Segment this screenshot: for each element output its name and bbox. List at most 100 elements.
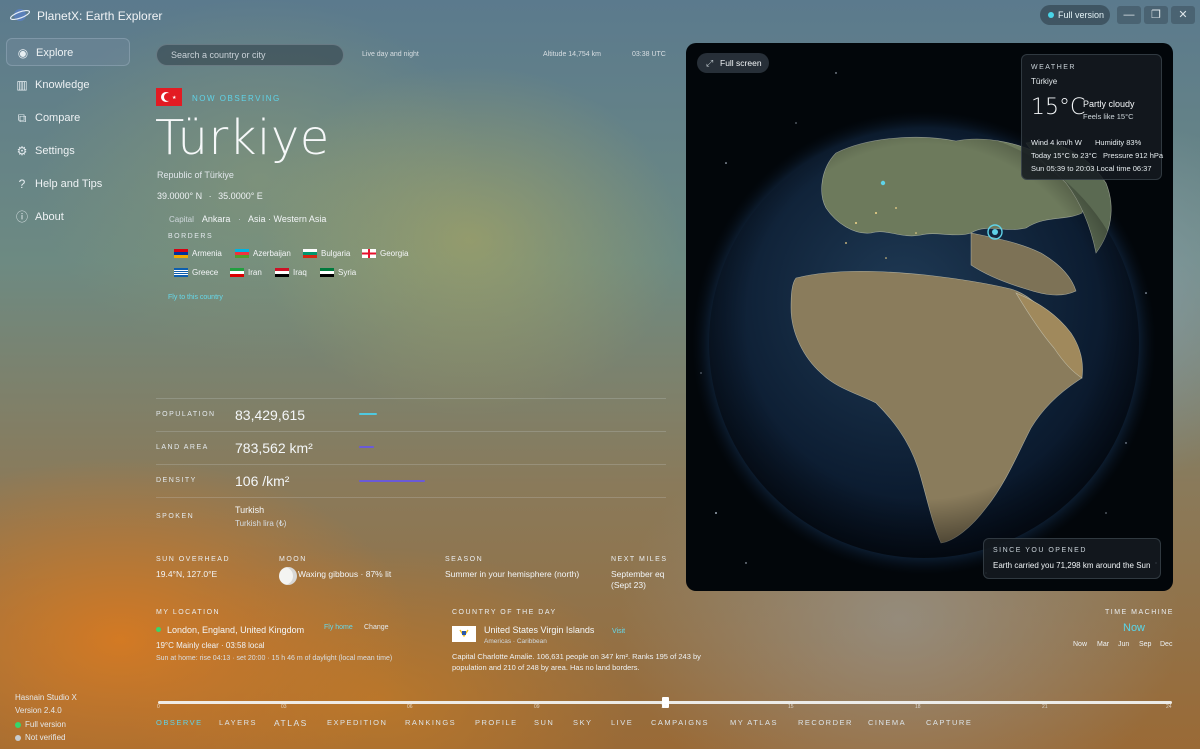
timeline-tick: 03 [281, 704, 287, 710]
tab-live[interactable]: LIVE [611, 718, 633, 727]
country-info-card: Capital Ankara · Asia · Western Asia BOR… [157, 205, 408, 305]
since-opened-text: Earth carried you 71,298 km around the S… [993, 561, 1151, 570]
season-label: SEASON [445, 556, 484, 563]
close-button[interactable]: ✕ [1171, 6, 1195, 24]
tab-sun[interactable]: SUN [534, 718, 554, 727]
capital-name: Ankara [201, 214, 231, 224]
home-marker [880, 180, 886, 186]
search-input[interactable] [171, 50, 331, 60]
tab-atlas[interactable]: ATLAS [274, 718, 308, 728]
fullscreen-button[interactable]: ⤢ Full screen [697, 53, 769, 73]
border-country-name: Syria [338, 268, 357, 277]
tab-cinema[interactable]: CINEMA [868, 718, 906, 727]
borders-heading: BORDERS [168, 233, 214, 240]
tm-month-mar[interactable]: Mar [1097, 641, 1109, 648]
moon-icon [279, 567, 297, 585]
next-date: (Sept 23) [611, 580, 646, 590]
tab-layers[interactable]: LAYERS [219, 718, 257, 727]
gear-icon: ⚙ [16, 144, 28, 158]
fly-home-link[interactable]: Fly home [324, 624, 353, 631]
sidebar-item-compare[interactable]: ⧉ Compare [6, 104, 130, 132]
longitude: 35.0000° E [218, 191, 263, 201]
app-title: PlanetX: Earth Explorer [37, 9, 163, 23]
tab-sky[interactable]: SKY [573, 718, 593, 727]
change-location-button[interactable]: Change [364, 624, 389, 631]
minimize-button[interactable]: — [1117, 6, 1141, 24]
time-machine-now[interactable]: Now [1123, 622, 1145, 634]
stat-spoken: SPOKEN Turkish Turkish lira (₺) [156, 497, 666, 537]
border-country-name: Azerbaijan [253, 249, 291, 258]
weather-label: WEATHER [1031, 64, 1076, 71]
weather-range: Today 15°C to 23°C [1031, 151, 1098, 160]
country-of-day-label: COUNTRY OF THE DAY [452, 609, 557, 616]
books-icon: ▥ [16, 78, 28, 92]
georgia-flag-icon [362, 249, 376, 258]
sidebar-item-explore[interactable]: ◉ Explore [6, 38, 130, 66]
timeline-tick: 09 [534, 704, 540, 710]
bulgaria-flag-icon [303, 249, 317, 258]
country-of-day-name: United States Virgin Islands [484, 625, 595, 635]
day-night-mode: Live day and night [362, 51, 419, 58]
border-country-name: Armenia [192, 249, 222, 258]
restore-button[interactable]: ❐ [1144, 6, 1168, 24]
tm-month-now[interactable]: Now [1073, 641, 1087, 648]
capital-label: Capital [169, 215, 194, 224]
moon-value: Waxing gibbous · 87% lit [298, 569, 392, 579]
sidebar-item-about[interactable]: ⓘ About [6, 203, 130, 231]
fullscreen-label: Full screen [720, 58, 762, 68]
moon-label: MOON [279, 556, 307, 563]
stat-label: DENSITY [156, 477, 197, 484]
density-bar [359, 480, 425, 482]
tab-expedition[interactable]: EXPEDITION [327, 718, 387, 727]
grey-dot-icon [15, 734, 21, 741]
fly-to-country-link[interactable]: Fly to this country [168, 294, 223, 301]
region: Asia · Western Asia [247, 214, 327, 224]
location-dot-icon [156, 627, 161, 632]
stat-value: 783,562 km² [235, 440, 313, 456]
tab-rankings[interactable]: RANKINGS [405, 718, 456, 727]
syria-flag-icon [320, 268, 334, 277]
weather-feels-like: Feels like 15°C [1083, 112, 1134, 121]
full-version-button[interactable]: Full version [1040, 5, 1110, 25]
sidebar-item-label: About [35, 211, 64, 223]
sidebar-item-knowledge[interactable]: ▥ Knowledge [6, 71, 130, 99]
verified-status: Not verified [15, 733, 65, 742]
since-opened-label: SINCE YOU OPENED [993, 547, 1087, 554]
stat-value: 106 /km² [235, 473, 290, 489]
time-machine-label: TIME MACHINE [1105, 609, 1174, 616]
tab-capture[interactable]: CAPTURE [926, 718, 972, 727]
tab-campaigns[interactable]: CAMPAIGNS [651, 718, 709, 727]
visit-link[interactable]: Visit [612, 628, 625, 635]
tab-my-atlas[interactable]: MY ATLAS [730, 718, 778, 727]
next-value: September eq [611, 569, 665, 579]
observing-status: NOW OBSERVING [192, 94, 281, 103]
sidebar-item-label: Knowledge [35, 79, 90, 91]
latitude: 39.0000° N [157, 191, 203, 201]
turkiye-flag-icon: ★ [156, 88, 182, 106]
tab-recorder[interactable]: RECORDER [798, 718, 853, 727]
tab-observe[interactable]: OBSERVE [156, 718, 203, 727]
armenia-flag-icon [174, 249, 188, 258]
weather-temp: 15°C [1031, 95, 1086, 120]
sun-overhead-label: SUN OVERHEAD [156, 556, 231, 563]
sidebar-item-label: Explore [36, 47, 74, 59]
tm-month-jun[interactable]: Jun [1118, 641, 1129, 648]
iran-flag-icon [230, 268, 244, 277]
season-value: Summer in your hemisphere (north) [445, 569, 580, 579]
azerbaijan-flag-icon [235, 249, 249, 258]
sidebar-item-settings[interactable]: ⚙ Settings [6, 137, 130, 165]
tab-profile[interactable]: PROFILE [475, 718, 518, 727]
stat-label: LAND AREA [156, 444, 209, 451]
tm-month-dec[interactable]: Dec [1160, 641, 1172, 648]
home-city: London, England, United Kingdom [167, 625, 305, 635]
tm-month-sep[interactable]: Sep [1139, 641, 1151, 648]
search-box[interactable] [156, 44, 344, 66]
sidebar-item-help[interactable]: ? Help and Tips [6, 170, 130, 198]
weather-wind: Wind 4 km/h W [1031, 138, 1082, 147]
version-label: Version 2.4.0 [15, 706, 62, 715]
altitude-readout: Altitude 14,754 km [543, 51, 601, 58]
weather-pressure: Pressure 912 hPa [1103, 151, 1164, 160]
weather-card: WEATHER Türkiye 15°C Partly cloudy Feels… [1021, 54, 1164, 180]
stat-label: POPULATION [156, 411, 216, 418]
season: SEASON Summer in your hemisphere (north) [445, 556, 579, 580]
